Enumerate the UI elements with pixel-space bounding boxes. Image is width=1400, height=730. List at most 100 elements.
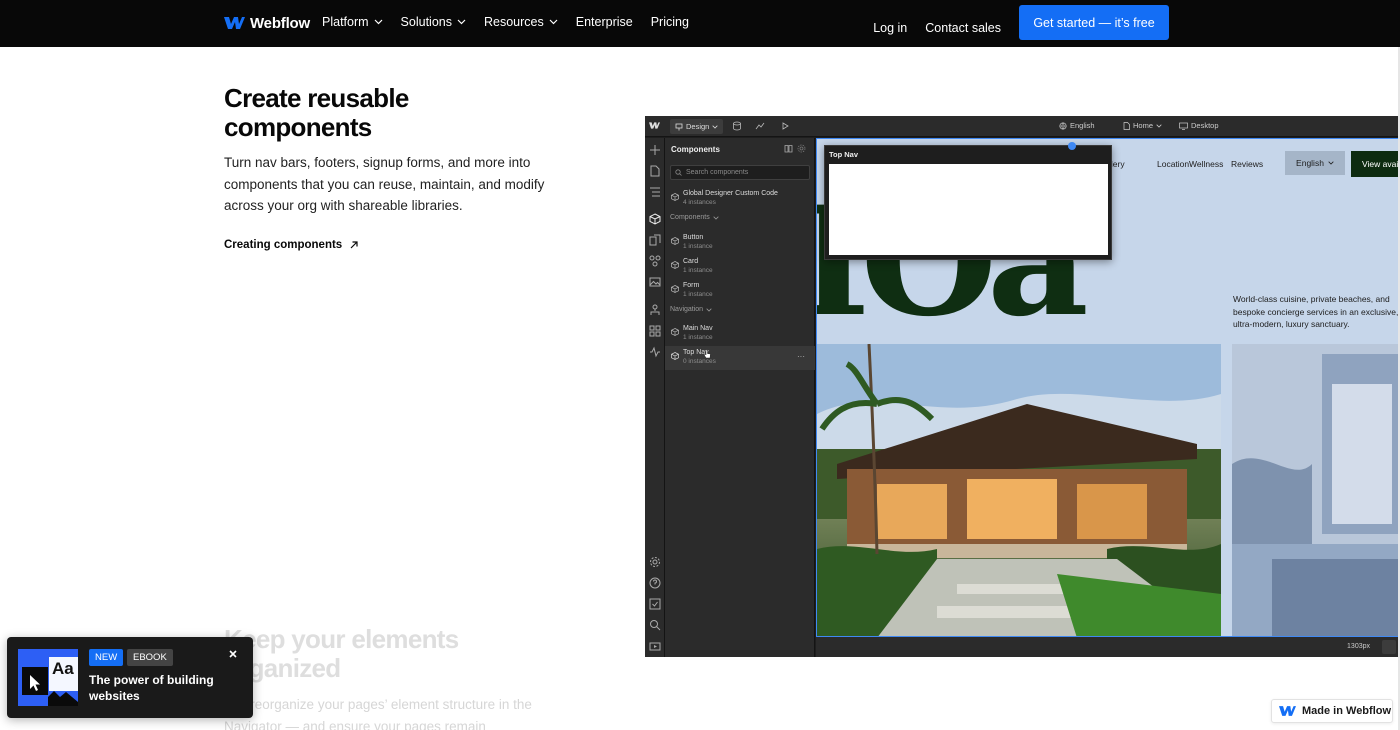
component-item[interactable]: Form 1 instance (665, 279, 815, 303)
nav-resources-label: Resources (483, 15, 544, 29)
canvas-view-button: View avai (1351, 151, 1399, 177)
component-item[interactable]: Button 1 instance (665, 231, 815, 255)
interactions-icon[interactable] (649, 304, 661, 316)
pages-icon[interactable] (649, 165, 661, 177)
ebook-promo-card[interactable]: Aa NEW EBOOK The power of building websi… (7, 637, 253, 718)
contact-sales-link[interactable]: Contact sales (925, 6, 1001, 40)
design-mode-toggle[interactable]: Design (670, 119, 724, 134)
made-in-webflow-label: Made in Webflow (1302, 705, 1392, 717)
selection-handle (1068, 142, 1076, 150)
brand-name: Webflow (250, 14, 310, 32)
book-icon[interactable] (784, 144, 793, 153)
design-mode-label: Design (686, 122, 710, 131)
audit-icon[interactable] (649, 346, 661, 358)
component-search-placeholder: Search components (686, 169, 749, 176)
variables-icon[interactable] (649, 255, 661, 267)
component-name: Button (683, 234, 704, 241)
group-label-text: Navigation (670, 306, 704, 313)
nav-pricing-label: Pricing (650, 15, 689, 29)
chevron-down-icon (706, 307, 712, 312)
hand-cursor-icon (703, 349, 711, 359)
brush-icon (675, 123, 683, 130)
more-options-icon[interactable]: ··· (797, 352, 805, 361)
designer-screenshot: Design English Home Desktop Components S… (645, 116, 1400, 657)
help-icon[interactable] (649, 577, 661, 589)
nav-resources[interactable]: Resources (484, 15, 558, 29)
ebook-title: The power of building websites (89, 673, 214, 703)
webflow-logo[interactable]: Webflow (224, 13, 310, 33)
primary-nav: Platform Solutions Resources Enterprise … (322, 15, 689, 29)
swap-icon[interactable] (1382, 640, 1396, 654)
close-icon[interactable] (228, 649, 238, 659)
locale-switch[interactable]: English (1059, 121, 1095, 130)
libraries-icon[interactable] (649, 234, 661, 246)
login-link[interactable]: Log in (873, 6, 907, 40)
component-name: Form (683, 282, 700, 289)
component-item[interactable]: Card 1 instance (665, 255, 815, 279)
get-started-button[interactable]: Get started — it’s free (1019, 5, 1169, 40)
settings-icon[interactable] (649, 556, 661, 568)
analytics-icon[interactable] (755, 121, 765, 131)
add-icon[interactable] (649, 144, 661, 156)
desktop-icon (1179, 122, 1188, 130)
creating-components-link[interactable]: Creating components (224, 239, 358, 251)
page-switch[interactable]: Home (1123, 121, 1162, 130)
new-badge: NEW (89, 649, 124, 666)
canvas-language-label: English (1296, 158, 1324, 168)
made-in-webflow-badge[interactable]: Made in Webflow (1271, 699, 1393, 723)
component-item-selected[interactable]: Top Nav 0 instances ··· (665, 346, 815, 370)
designer-canvas[interactable]: IOa llery Location Wellness Reviews Engl… (816, 138, 1400, 637)
checklist-icon[interactable] (649, 598, 661, 610)
group-label-text: Components (670, 214, 710, 221)
components-icon[interactable] (649, 213, 661, 225)
globe-icon (1059, 121, 1067, 130)
component-icon (671, 328, 679, 336)
nav-enterprise[interactable]: Enterprise (576, 15, 633, 29)
component-preview-popup: Top Nav (824, 142, 1112, 260)
locale-label: English (1070, 121, 1095, 130)
component-icon (671, 193, 679, 201)
chevron-down-icon (712, 124, 718, 129)
creating-components-label: Creating components (224, 239, 343, 251)
video-icon[interactable] (649, 640, 661, 652)
top-navigation: Webflow Platform Solutions Resources Ent… (0, 0, 1400, 47)
play-icon[interactable] (780, 121, 790, 131)
pool-photo (1232, 344, 1399, 636)
assets-icon[interactable] (649, 276, 661, 288)
apps-icon[interactable] (649, 325, 661, 337)
next-section-description: and reorganize your pages’ element struc… (224, 697, 532, 730)
webflow-logo-icon (1279, 706, 1296, 716)
nav-platform-label: Platform (322, 15, 369, 29)
component-count: 1 instance (683, 267, 713, 274)
chevron-down-icon (713, 215, 719, 220)
components-panel-title: Components (671, 145, 720, 154)
breakpoint-switch[interactable]: Desktop (1179, 121, 1219, 130)
nav-pricing[interactable]: Pricing (651, 15, 689, 29)
nav-platform[interactable]: Platform (322, 15, 383, 29)
canvas-width-readout: 1303px (1347, 643, 1370, 650)
panel-actions (784, 144, 806, 153)
component-search-input[interactable]: Search components (670, 165, 810, 180)
nav-solutions[interactable]: Solutions (401, 15, 466, 29)
ebook-thumbnail: Aa (18, 649, 78, 706)
component-count: 0 instances (683, 358, 716, 365)
navigator-icon[interactable] (649, 186, 661, 198)
chevron-down-icon (374, 19, 382, 25)
section-description: Turn nav bars, footers, signup forms, an… (224, 155, 545, 213)
breakpoint-label: Desktop (1191, 121, 1219, 130)
group-label-navigation[interactable]: Navigation (670, 306, 712, 313)
canvas-nav-wellness: Wellness (1189, 159, 1224, 169)
ebook-badge: EBOOK (127, 649, 173, 666)
nav-enterprise-label: Enterprise (575, 15, 633, 29)
preview-popup-body (829, 164, 1108, 255)
database-icon[interactable] (732, 121, 742, 131)
webflow-logo-icon (649, 122, 660, 129)
component-icon (671, 261, 679, 269)
component-item[interactable]: Main Nav 1 instance (665, 322, 815, 346)
component-item[interactable]: Global Designer Custom Code 4 instances (665, 187, 815, 211)
search-icon[interactable] (649, 619, 661, 631)
group-label-components[interactable]: Components (670, 214, 719, 221)
villa-illustration (817, 344, 1221, 636)
ebook-thumb-text: Aa (52, 659, 74, 678)
gear-icon[interactable] (797, 144, 806, 153)
